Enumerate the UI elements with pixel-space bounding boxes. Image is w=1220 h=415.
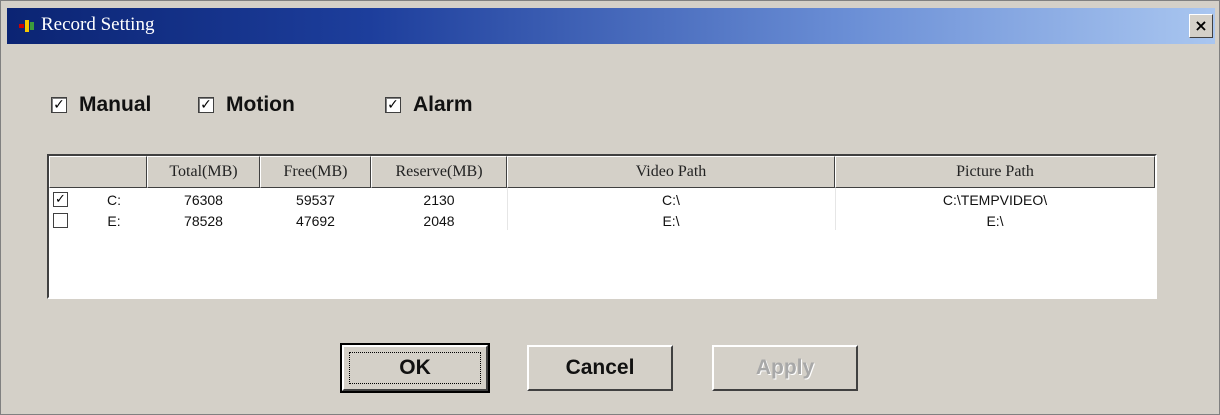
row-checkbox[interactable] xyxy=(53,213,68,228)
ok-button[interactable]: OK xyxy=(340,343,490,393)
apply-label: Apply xyxy=(755,356,815,379)
close-button[interactable]: × xyxy=(1189,14,1213,38)
drive-letter: C: xyxy=(107,192,121,208)
table-row[interactable]: E: 78528 47692 2048 E:\ E:\ xyxy=(49,211,1155,231)
drive-letter: E: xyxy=(107,213,121,229)
alarm-label: Alarm xyxy=(413,93,473,116)
column-header-reserve[interactable]: Reserve(MB) xyxy=(371,156,507,188)
column-header-free[interactable]: Free(MB) xyxy=(260,156,371,188)
alarm-option[interactable]: ✓ Alarm xyxy=(385,92,473,118)
picture-path-value: C:\TEMPVIDEO\ xyxy=(942,192,1048,208)
column-header-video-path[interactable]: Video Path xyxy=(507,156,835,188)
apply-button[interactable]: Apply xyxy=(712,345,858,391)
close-icon: × xyxy=(1194,16,1208,35)
reserve-value: 2048 xyxy=(423,213,455,229)
manual-label: Manual xyxy=(79,93,152,116)
picture-path-value: E:\ xyxy=(986,213,1004,229)
motion-checkbox[interactable]: ✓ xyxy=(198,97,214,113)
free-value: 59537 xyxy=(296,192,335,208)
alarm-checkbox[interactable]: ✓ xyxy=(385,97,401,113)
motion-label: Motion xyxy=(226,93,295,116)
row-checkbox[interactable]: ✓ xyxy=(53,192,68,207)
total-value: 78528 xyxy=(184,213,223,229)
cancel-label: Cancel xyxy=(565,356,635,379)
free-value: 47692 xyxy=(296,213,335,229)
video-path-value: C:\ xyxy=(662,192,680,208)
cancel-button[interactable]: Cancel xyxy=(527,345,673,391)
drive-table[interactable]: Total(MB) Free(MB) Reserve(MB) Video Pat… xyxy=(47,154,1157,299)
manual-option[interactable]: ✓ Manual xyxy=(51,92,151,118)
app-icon xyxy=(19,20,34,32)
record-setting-dialog: Record Setting × ✓ Manual ✓ Motion ✓ Ala… xyxy=(0,0,1220,415)
motion-option[interactable]: ✓ Motion xyxy=(198,92,295,118)
manual-checkbox[interactable]: ✓ xyxy=(51,97,67,113)
video-path-value: E:\ xyxy=(662,213,680,229)
focus-rect xyxy=(349,352,481,384)
column-header-select[interactable] xyxy=(49,156,147,188)
title-bar[interactable]: Record Setting × xyxy=(7,8,1215,44)
column-header-total[interactable]: Total(MB) xyxy=(147,156,260,188)
table-row[interactable]: ✓ C: 76308 59537 2130 C:\ C:\TEMPVIDEO\ xyxy=(49,190,1155,210)
window-title: Record Setting xyxy=(41,14,155,35)
column-header-picture-path[interactable]: Picture Path xyxy=(835,156,1155,188)
total-value: 76308 xyxy=(184,192,223,208)
reserve-value: 2130 xyxy=(423,192,455,208)
